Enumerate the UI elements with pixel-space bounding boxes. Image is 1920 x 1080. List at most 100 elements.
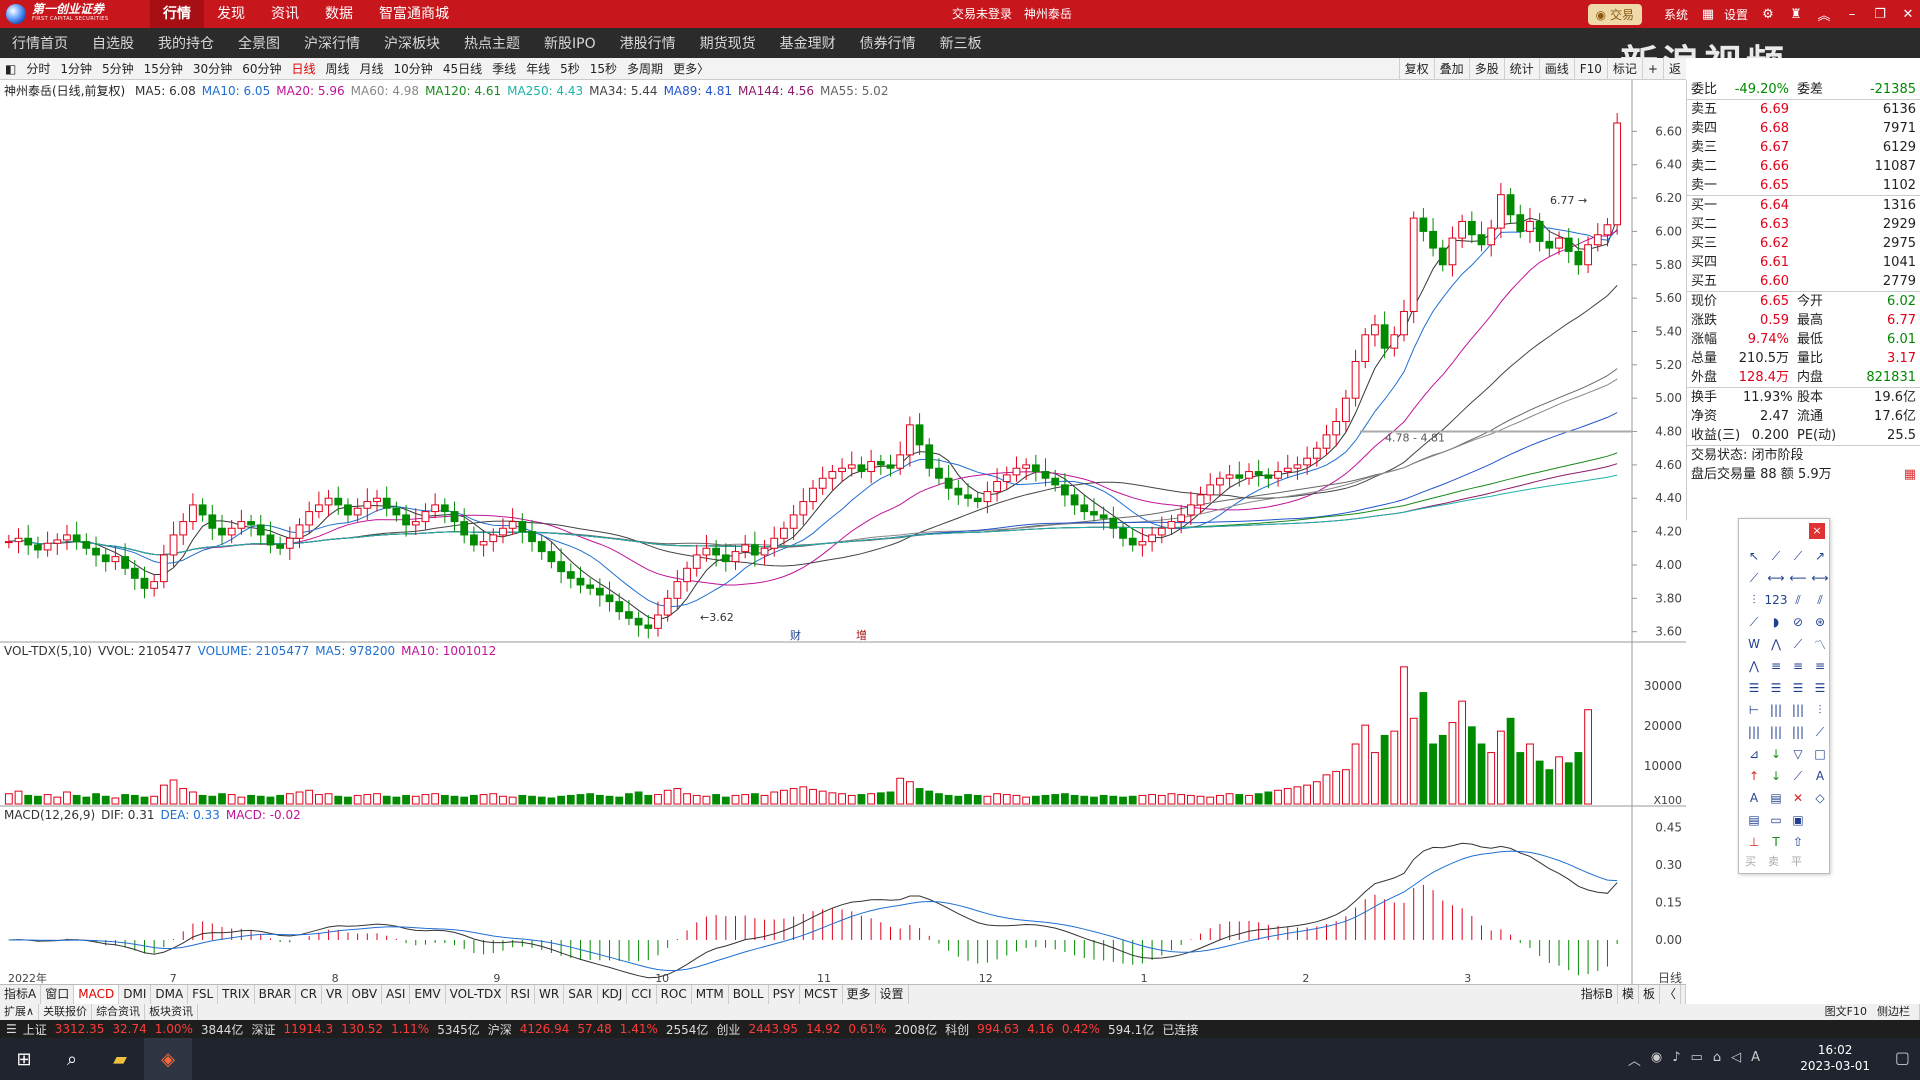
notification-icon[interactable]: ▢ [1895,1048,1910,1067]
draw-tool-icon[interactable]: ⇧ [1787,831,1809,853]
subnav-watchlist[interactable]: 自选股 [80,33,146,53]
draw-tool-icon[interactable]: A [1743,787,1765,809]
period-yearly[interactable]: 年线 [521,60,555,77]
draw-tool-icon[interactable]: ⫽ [1787,589,1809,611]
indicator-tab[interactable]: BOLL [729,985,769,1004]
indicator-tab[interactable]: MTM [692,985,729,1004]
subnav-hs-sectors[interactable]: 沪深板块 [372,33,452,53]
indicator-tab[interactable]: KDJ [598,985,628,1004]
period-quarterly[interactable]: 季线 [487,60,521,77]
collapse-icon[interactable]: ︽ [1812,5,1836,24]
draw-tool-icon[interactable]: ✕ [1787,787,1809,809]
draw-tool-icon[interactable]: ◗ [1765,611,1787,633]
indicator-tab[interactable]: WR [535,985,565,1004]
buy-level[interactable]: 买三 6.62 2975 [1687,234,1920,253]
toolbox-sell[interactable]: 卖 [1768,853,1779,869]
subnav-holdings[interactable]: 我的持仓 [146,33,226,53]
system-menu[interactable]: 系统 [1664,6,1688,23]
draw-tool-icon[interactable]: ↓ [1765,765,1787,787]
indicator-tab[interactable]: EMV [410,985,446,1004]
main-nav-quotes[interactable]: 行情 [150,0,204,28]
sell-level[interactable]: 卖五 6.69 6136 [1687,100,1920,119]
indicator-tab[interactable]: 窗口 [41,985,75,1004]
tool-plus[interactable]: + [1641,58,1663,80]
draw-tool-icon[interactable]: ⟋ [1743,611,1765,633]
toolbox-flat[interactable]: 平 [1791,853,1802,869]
period-5min[interactable]: 5分钟 [97,60,139,77]
draw-tool-icon[interactable]: ⟋ [1809,721,1831,743]
grid-icon[interactable]: ▦ [1696,7,1720,22]
draw-tool-icon[interactable]: ||| [1787,699,1809,721]
main-nav-news[interactable]: 资讯 [258,0,312,28]
subnav-hs-quotes[interactable]: 沪深行情 [292,33,372,53]
draw-tool-icon[interactable]: ⋀ [1743,655,1765,677]
buy-level[interactable]: 买五 6.60 2779 [1687,272,1920,291]
main-nav-data[interactable]: 数据 [312,0,366,28]
indicator-tab[interactable]: MCST [800,985,843,1004]
subnav-funds[interactable]: 基金理财 [768,33,848,53]
subnav-hk-quotes[interactable]: 港股行情 [608,33,688,53]
menu-icon[interactable]: ☰ [6,1022,17,1036]
draw-tool-icon[interactable]: ☰ [1743,677,1765,699]
calc-icon[interactable]: ▦ [1904,465,1916,484]
draw-tool-icon[interactable]: ⫶ [1809,699,1831,721]
tab-f10[interactable]: 图文F10 [1820,1004,1872,1020]
period-multi[interactable]: 多周期 [622,60,668,77]
draw-tool-icon[interactable]: ▽ [1787,743,1809,765]
draw-tool-icon[interactable]: T [1765,831,1787,853]
trade-button[interactable]: ◉ 交易 [1587,3,1642,25]
subnav-neeq[interactable]: 新三板 [928,33,994,53]
indicator-tab[interactable]: VR [322,985,348,1004]
tool-adjust[interactable]: 复权 [1398,58,1434,80]
windows-start-icon[interactable]: ⊞ [0,1038,48,1080]
indicator-tab[interactable]: OBV [348,985,383,1004]
draw-tool-icon[interactable]: ||| [1743,721,1765,743]
subnav-market-home[interactable]: 行情首页 [0,33,80,53]
draw-tool-icon[interactable]: ⟋ [1765,545,1787,567]
tool-f10[interactable]: F10 [1573,58,1607,80]
draw-tool-icon[interactable]: ▤ [1743,809,1765,831]
draw-tool-icon[interactable]: ≡ [1765,655,1787,677]
buy-level[interactable]: 买四 6.61 1041 [1687,253,1920,272]
tool-draw[interactable]: 画线 [1538,58,1574,80]
toolbox-close-button[interactable]: × [1809,523,1825,539]
draw-tool-icon[interactable]: W [1743,633,1765,655]
draw-tool-icon[interactable] [1809,809,1831,831]
stock-chart[interactable]: 6.60 6.40 6.20 6.00 5.80 5.60 5.40 5.20 5.00 4.80… [0,80,1686,984]
sell-level[interactable]: 卖四 6.68 7971 [1687,119,1920,138]
period-45day[interactable]: 45日线 [438,60,487,77]
draw-tool-icon[interactable]: ⟋ [1787,545,1809,567]
indicator-tab[interactable]: 更多 [843,985,876,1004]
indicator-tab[interactable]: RSI [507,985,536,1004]
tool-multi-stock[interactable]: 多股 [1468,58,1504,80]
indicator-tab[interactable]: SAR [564,985,598,1004]
indicator-tab-right[interactable]: 指标B [1577,985,1618,1004]
network-icon[interactable]: ⌂ [1713,1050,1721,1069]
draw-tool-icon[interactable]: ⫽ [1809,589,1831,611]
tool-mark[interactable]: 标记 [1606,58,1642,80]
indicator-tab[interactable]: TRIX [218,985,255,1004]
file-explorer-icon[interactable]: ▰ [96,1038,144,1080]
period-15sec[interactable]: 15秒 [585,60,622,77]
draw-tool-icon[interactable]: ⟷ [1765,567,1787,589]
indicator-tab[interactable]: PSY [769,985,800,1004]
buy-level[interactable]: 买二 6.63 2929 [1687,215,1920,234]
draw-tool-icon[interactable]: ⊘ [1787,611,1809,633]
indicator-tab[interactable]: VOL-TDX [446,985,507,1004]
tray-chevron-icon[interactable]: ︿ [1628,1050,1641,1069]
sell-level[interactable]: 卖一 6.65 1102 [1687,176,1920,195]
period-1min[interactable]: 1分钟 [55,60,97,77]
tab-news[interactable]: 综合资讯 [92,1004,146,1020]
indicator-tab-right[interactable]: 板 [1639,985,1660,1004]
indicator-tab[interactable]: ROC [657,985,692,1004]
trading-app-icon[interactable]: ◈ [144,1038,192,1080]
tool-overlay[interactable]: 叠加 [1433,58,1469,80]
draw-tool-icon[interactable]: ≡ [1787,655,1809,677]
period-timeshare[interactable]: 分时 [21,60,55,77]
period-30min[interactable]: 30分钟 [188,60,237,77]
restore-icon[interactable]: ❐ [1868,7,1892,22]
draw-tool-icon[interactable]: ||| [1765,721,1787,743]
indicator-tab[interactable]: DMA [151,985,189,1004]
close-icon[interactable]: ✕ [1896,7,1920,22]
draw-tool-icon[interactable]: ⟷ [1809,567,1831,589]
